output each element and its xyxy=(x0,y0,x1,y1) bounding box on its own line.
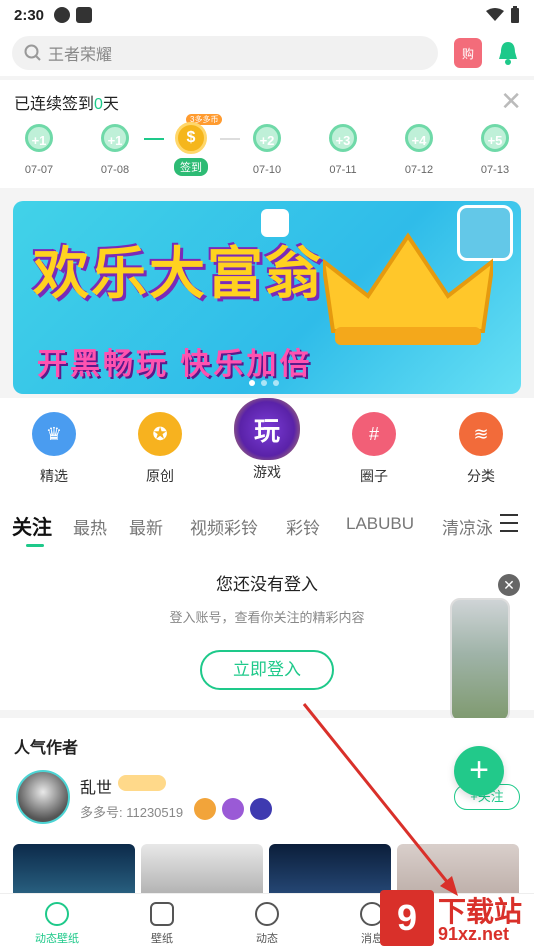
create-button[interactable]: + xyxy=(454,746,504,796)
connector-line xyxy=(220,138,240,140)
checkin-title-prefix: 已连续签到 xyxy=(14,96,95,113)
tab-cool-swim[interactable]: 清凉泳 xyxy=(442,514,492,539)
watermark-url: 91xz.net xyxy=(438,924,510,944)
quick-nav-categories[interactable]: ≋ 分类 xyxy=(441,412,521,486)
medal-icon xyxy=(222,798,244,820)
checkin-day[interactable]: +1 07-08 xyxy=(90,124,140,176)
quick-nav-circles[interactable]: # 圈子 xyxy=(334,412,414,486)
day-date: 07-10 xyxy=(252,164,282,176)
tab-ringtone[interactable]: 彩铃 xyxy=(286,514,320,539)
quick-nav-featured[interactable]: ♛ 精选 xyxy=(14,412,94,486)
quick-nav-label: 原创 xyxy=(146,468,174,484)
checkin-title-suffix: 天 xyxy=(102,96,119,113)
author-id: 多多号: 11230519 xyxy=(80,805,184,820)
checkin-day-today[interactable]: $ 签到 xyxy=(166,122,216,176)
checkin-panel: 已连续签到0天 ✕ 3多多币 +1 07-07 +1 07-08 $ 签到 +2 07-… xyxy=(0,80,534,188)
quick-nav-label: 精选 xyxy=(40,468,68,484)
login-heading: 您还没有登入 xyxy=(216,575,318,594)
day-date: 07-13 xyxy=(480,164,510,176)
checkin-day[interactable]: +1 07-07 xyxy=(14,124,64,176)
app-notification-icon xyxy=(76,7,93,23)
checkin-day[interactable]: +4 07-12 xyxy=(394,124,444,176)
search-icon xyxy=(24,44,41,61)
authors-heading: 人气作者 xyxy=(14,740,79,757)
quick-nav-games[interactable]: 玩 游戏 xyxy=(227,398,307,482)
coin-icon: +1 xyxy=(101,124,129,152)
medal-badges xyxy=(194,798,272,820)
quick-nav-label: 分类 xyxy=(467,468,495,484)
connector-line xyxy=(144,138,164,140)
nav-feed[interactable]: 动态 xyxy=(232,902,302,946)
carousel-dots xyxy=(249,380,279,386)
close-icon[interactable]: ✕ xyxy=(500,86,522,117)
author-name[interactable]: 乱世 xyxy=(80,774,112,798)
quick-nav-label: 游戏 xyxy=(253,464,281,480)
avatar[interactable] xyxy=(16,770,70,824)
hashtag-icon: # xyxy=(352,412,396,456)
menu-icon[interactable] xyxy=(500,514,518,532)
vip-badge-icon xyxy=(118,775,166,791)
checkin-day[interactable]: +2 07-10 xyxy=(242,124,292,176)
layers-icon: ≋ xyxy=(459,412,503,456)
day-date: 07-08 xyxy=(100,164,130,176)
image-icon xyxy=(150,902,174,926)
status-time: 2:30 xyxy=(14,6,45,24)
quick-nav-original[interactable]: ✪ 原创 xyxy=(120,412,200,486)
day-date: 07-07 xyxy=(24,164,54,176)
checkin-title: 已连续签到0天 xyxy=(14,90,119,114)
coin-icon: +2 xyxy=(253,124,281,152)
battery-icon xyxy=(511,6,519,23)
popular-authors: 人气作者 乱世 多多号: 11230519 +关注 xyxy=(0,718,534,904)
nav-label: 壁纸 xyxy=(151,933,173,945)
banner-subtitle: 开黑畅玩 快乐加倍 xyxy=(37,348,313,381)
nav-wallpaper[interactable]: 壁纸 xyxy=(127,902,197,946)
day-date: 07-12 xyxy=(404,164,434,176)
status-bar: 2:30 xyxy=(0,0,534,30)
planet-icon xyxy=(255,902,279,926)
search-placeholder: 王者荣耀 xyxy=(48,47,113,64)
tab-video-ringtone[interactable]: 视频彩铃 xyxy=(190,514,258,539)
medal-icon xyxy=(250,798,272,820)
tab-following[interactable]: 关注 xyxy=(12,511,52,540)
game-badge-icon: 玩 xyxy=(234,398,300,460)
original-icon: ✪ xyxy=(138,412,182,456)
gold-coin-icon: $ xyxy=(175,122,207,154)
play-circle-icon xyxy=(45,902,69,926)
nav-label: 动态壁纸 xyxy=(35,933,79,945)
nav-label: 动态 xyxy=(256,933,278,945)
tab-hot[interactable]: 最热 xyxy=(73,514,107,539)
tab-latest[interactable]: 最新 xyxy=(129,514,163,539)
site-watermark: 9 下载站 91xz.net xyxy=(380,888,534,950)
shop-bag-icon[interactable]: 购 xyxy=(454,38,482,68)
coin-icon: +4 xyxy=(405,124,433,152)
banner-title: 欢乐大富翁 xyxy=(33,242,323,305)
quick-nav-label: 圈子 xyxy=(360,468,388,484)
tab-labubu[interactable]: LABUBU xyxy=(346,514,414,534)
close-icon[interactable]: ✕ xyxy=(498,574,520,596)
crown-icon: ♛ xyxy=(32,412,76,456)
day-date: 07-11 xyxy=(329,164,357,176)
crown-icon xyxy=(323,232,493,345)
login-button[interactable]: 立即登入 xyxy=(200,650,334,690)
search-input[interactable]: 王者荣耀 xyxy=(12,36,438,70)
tab-indicator xyxy=(26,544,44,547)
nav-live-wallpaper[interactable]: 动态壁纸 xyxy=(22,902,92,946)
watermark-logo: 9 xyxy=(380,890,434,946)
notification-icon xyxy=(54,7,71,23)
wifi-icon xyxy=(486,8,504,21)
promo-banner[interactable]: 欢乐大富翁 开黑畅玩 快乐加倍 xyxy=(13,201,521,394)
coin-icon: +3 xyxy=(329,124,357,152)
medal-icon xyxy=(194,798,216,820)
bell-icon[interactable] xyxy=(494,39,522,67)
search-row: 王者荣耀 购 xyxy=(0,30,534,76)
floating-preview[interactable] xyxy=(450,598,510,722)
checkin-day[interactable]: +5 07-13 xyxy=(470,124,520,176)
quick-nav: ♛ 精选 ✪ 原创 玩 游戏 # 圈子 ≋ 分类 xyxy=(0,398,534,494)
checkin-count: 0 xyxy=(94,96,103,113)
checkin-day[interactable]: +3 07-11 xyxy=(318,124,368,176)
content-tabs: 关注 最热 最新 视频彩铃 彩铃 LABUBU 清凉泳 xyxy=(0,494,534,554)
coin-icon: +1 xyxy=(25,124,53,152)
coin-icon: +5 xyxy=(481,124,509,152)
checkin-button[interactable]: 签到 xyxy=(174,158,208,176)
